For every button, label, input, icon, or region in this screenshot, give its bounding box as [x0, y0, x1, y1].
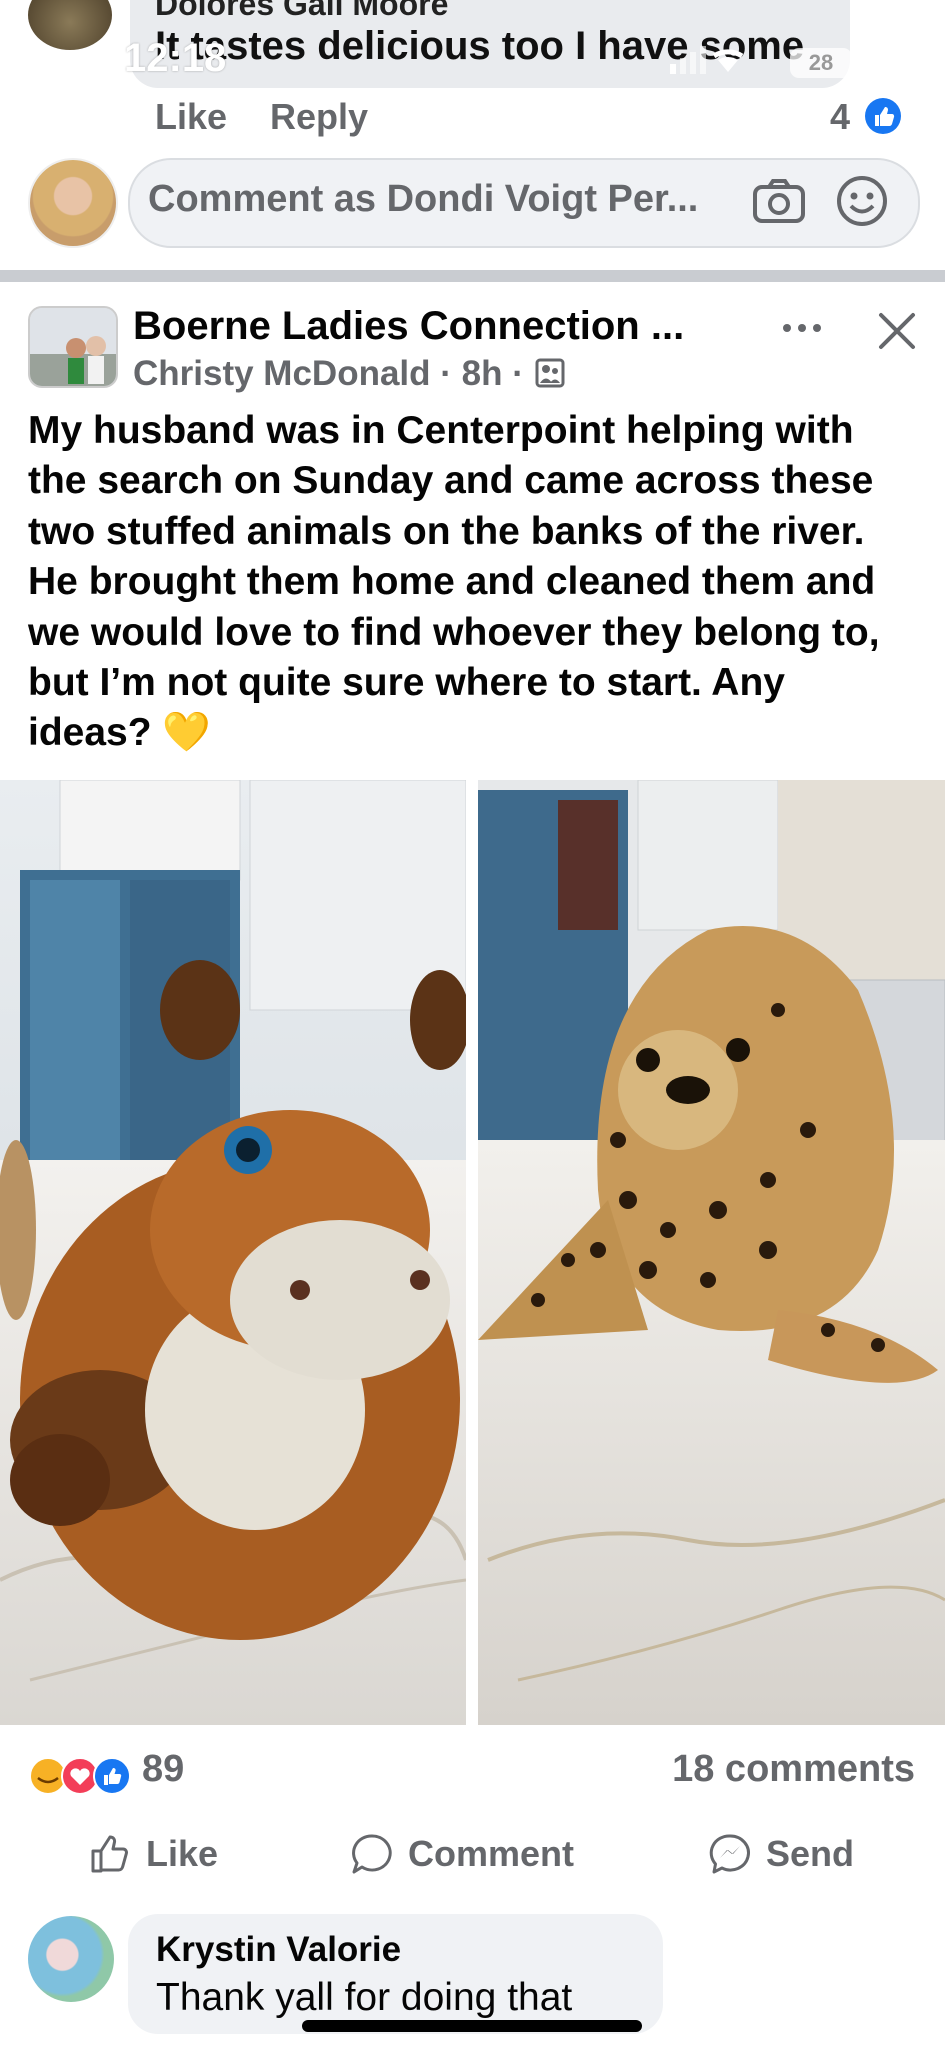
previous-comment-like-link[interactable]: Like — [155, 96, 227, 138]
separator: · — [512, 354, 524, 393]
emoji-icon[interactable] — [836, 175, 888, 227]
like-reaction-icon — [865, 98, 901, 134]
like-button[interactable]: Like — [88, 1826, 218, 1882]
messenger-icon — [709, 1834, 750, 1874]
post-time[interactable]: 8h — [462, 354, 503, 393]
commenter-avatar[interactable] — [28, 1916, 114, 2002]
close-icon[interactable] — [876, 310, 918, 352]
post-photo-giraffe[interactable] — [0, 780, 466, 1725]
previous-comment-reaction-count[interactable]: 4 — [830, 96, 850, 138]
comment-input-placeholder[interactable]: Comment as Dondi Voigt Per... — [148, 178, 698, 221]
comment-button[interactable]: Comment — [350, 1826, 574, 1882]
more-options-icon[interactable] — [780, 318, 824, 338]
comments-count[interactable]: 18 comments — [672, 1748, 915, 1791]
camera-icon[interactable] — [752, 178, 806, 224]
group-name[interactable]: Boerne Ladies Connection ... — [133, 304, 684, 349]
post-author-line: Christy McDonald · 8h · — [133, 354, 566, 394]
like-button-label: Like — [146, 1833, 219, 1874]
thumbs-up-icon — [91, 1835, 128, 1873]
signal-wifi-icon — [670, 46, 744, 74]
group-privacy-icon — [535, 358, 565, 388]
reaction-count[interactable]: 89 — [142, 1748, 184, 1791]
post-photo-leopard-seal[interactable] — [478, 780, 945, 1725]
previous-commenter-name[interactable]: Dolores Gail Moore — [155, 0, 448, 23]
commenter-name[interactable]: Krystin Valorie — [156, 1930, 401, 1970]
post-divider — [0, 270, 945, 282]
post-author[interactable]: Christy McDonald — [133, 354, 431, 393]
current-user-avatar[interactable] — [28, 158, 118, 248]
home-indicator[interactable] — [302, 2020, 642, 2032]
comment-bubble-icon — [352, 1834, 392, 1874]
comment-text: Thank yall for doing that — [156, 1976, 573, 2019]
comment-button-label: Comment — [408, 1833, 575, 1874]
send-button[interactable]: Send — [708, 1826, 854, 1882]
previous-comment-reply-link[interactable]: Reply — [270, 96, 368, 138]
group-avatar[interactable] — [28, 306, 118, 388]
reaction-icons[interactable] — [28, 1756, 132, 1796]
send-button-label: Send — [766, 1833, 855, 1874]
status-time: 12:18 — [124, 36, 227, 80]
separator: · — [440, 354, 452, 393]
battery-indicator: 28 — [790, 48, 852, 78]
post-text: My husband was in Centerpoint helping wi… — [28, 409, 880, 755]
